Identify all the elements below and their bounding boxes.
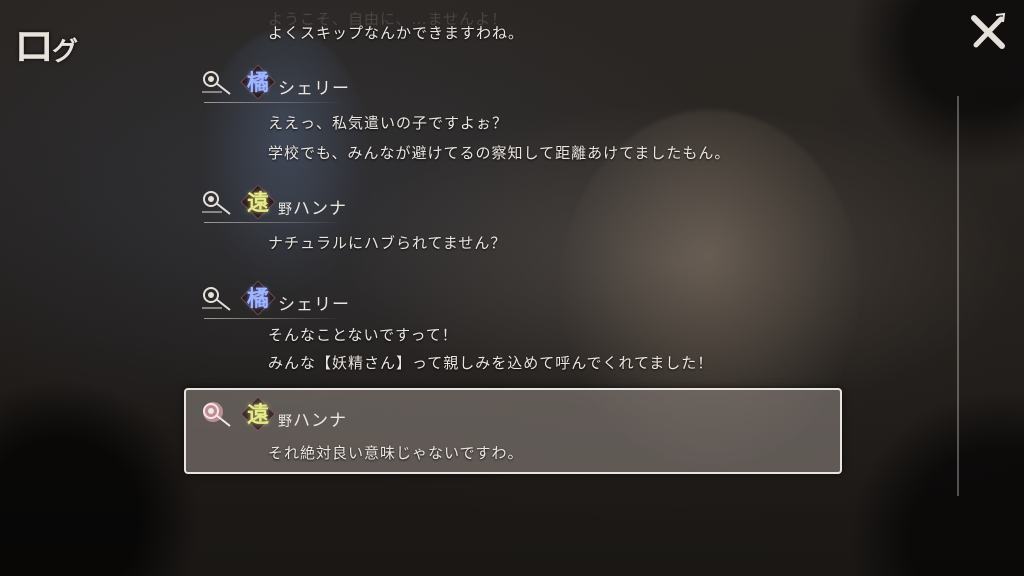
dialogue-line: ええっ、私気遣いの子ですよぉ？ <box>268 114 509 132</box>
speaker-emblem: 橘 <box>238 278 278 318</box>
dialogue-line: それ絶対良い意味じゃないですわ。 <box>268 444 524 462</box>
speaker-name: シェリー <box>278 290 350 315</box>
voice-replay-button[interactable] <box>200 282 234 316</box>
speaker-name-text: シェリー <box>278 79 350 99</box>
log-entry-selected[interactable]: 遠 野ハンナ それ絶対良い意味じゃないですわ。 <box>200 396 840 488</box>
voice-replay-button[interactable] <box>200 66 234 100</box>
speaker-name-text: シェリー <box>278 295 350 315</box>
voice-replay-icon <box>202 287 231 311</box>
speaker-underline <box>204 102 344 103</box>
log-title-main: ロ <box>14 23 54 70</box>
voice-replay-button[interactable] <box>200 186 234 220</box>
dialogue-line: みんな【妖精さん】って親しみを込めて呼んでくれてました！ <box>268 354 714 372</box>
log-title: ログ <box>14 14 78 72</box>
close-button[interactable] <box>966 10 1010 54</box>
speaker-emblem-kanji: 橘 <box>246 70 269 96</box>
speaker-emblem: 橘 <box>238 62 278 102</box>
speaker-name-prefix: 野 <box>278 414 293 430</box>
speaker-underline <box>204 318 344 319</box>
speaker-emblem-kanji: 遠 <box>246 190 269 216</box>
speaker-emblem-kanji: 橘 <box>246 286 269 312</box>
dialogue-line: ナチュラルにハブられてません？ <box>268 234 507 252</box>
voice-replay-icon <box>202 71 231 95</box>
voice-replay-icon <box>202 191 231 215</box>
speaker-name: 野ハンナ <box>278 194 347 219</box>
speaker-name: 野ハンナ <box>278 406 347 431</box>
log-scrollbar[interactable] <box>957 96 959 496</box>
dialogue-line: そんなことないですって！ <box>268 326 458 344</box>
speaker-name-text: ハンナ <box>293 199 347 219</box>
voice-replay-button[interactable] <box>200 398 234 432</box>
voice-replay-icon <box>203 402 231 427</box>
speaker-emblem: 遠 <box>238 182 278 222</box>
speaker-name-text: ハンナ <box>293 411 347 431</box>
log-entry: 遠 野ハンナ ナチュラルにハブられてません？ <box>200 184 840 276</box>
close-x-icon <box>971 12 1006 49</box>
log-entry: 橘 シェリー ええっ、私気遣いの子ですよぉ？ 学校でも、みんなが避けてるの察知し… <box>200 64 840 162</box>
speaker-name-prefix: 野 <box>278 202 293 218</box>
log-entry: 橘 シェリー そんなことないですって！ みんな【妖精さん】って親しみを込めて呼ん… <box>200 280 840 372</box>
dialogue-line: 学校でも、みんなが避けてるの察知して距離あけてましたもん。 <box>268 144 731 162</box>
speaker-name: シェリー <box>278 74 350 99</box>
speaker-emblem: 遠 <box>238 394 278 434</box>
speaker-underline <box>204 222 344 223</box>
previous-dialogue-tail: よくスキップなんかできますわね。 <box>268 24 525 42</box>
log-title-small: グ <box>52 37 78 67</box>
speaker-emblem-kanji: 遠 <box>246 402 269 428</box>
